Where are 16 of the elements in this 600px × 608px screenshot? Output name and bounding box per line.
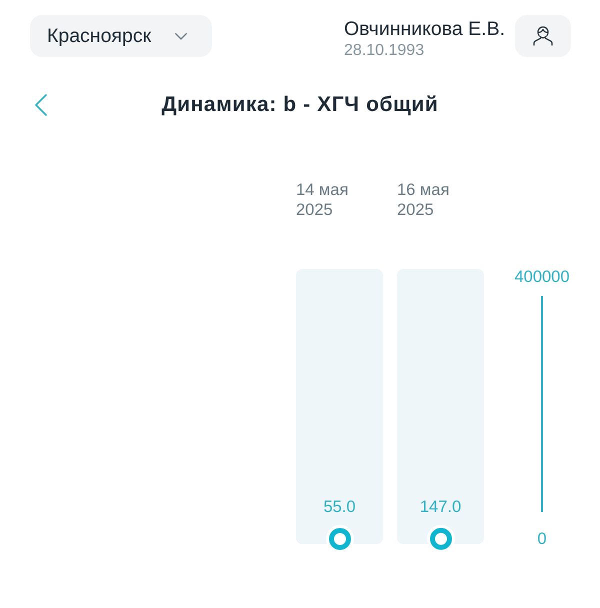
value-label: 147.0 — [420, 496, 462, 517]
profile-button[interactable] — [515, 15, 571, 57]
data-point-icon[interactable] — [328, 528, 350, 550]
date-label: 14 мая 2025 — [296, 180, 350, 220]
city-dropdown[interactable]: Красноярск — [30, 15, 212, 57]
date-label: 16 мая 2025 — [397, 180, 450, 220]
person-icon — [533, 26, 553, 46]
axis-tick-label: 0 — [537, 529, 547, 549]
chevron-left-icon — [35, 94, 47, 116]
axis-tick-label: 400000 — [514, 267, 570, 287]
birth-date: 28.10.1993 — [344, 41, 426, 60]
page-title: Динамика: b - ХГЧ общий — [162, 93, 438, 117]
patient-name: Овчинникова Е.В. — [344, 18, 505, 40]
data-point-icon[interactable] — [430, 528, 452, 550]
value-label: 55.0 — [323, 496, 356, 517]
chevron-down-icon — [175, 32, 188, 40]
